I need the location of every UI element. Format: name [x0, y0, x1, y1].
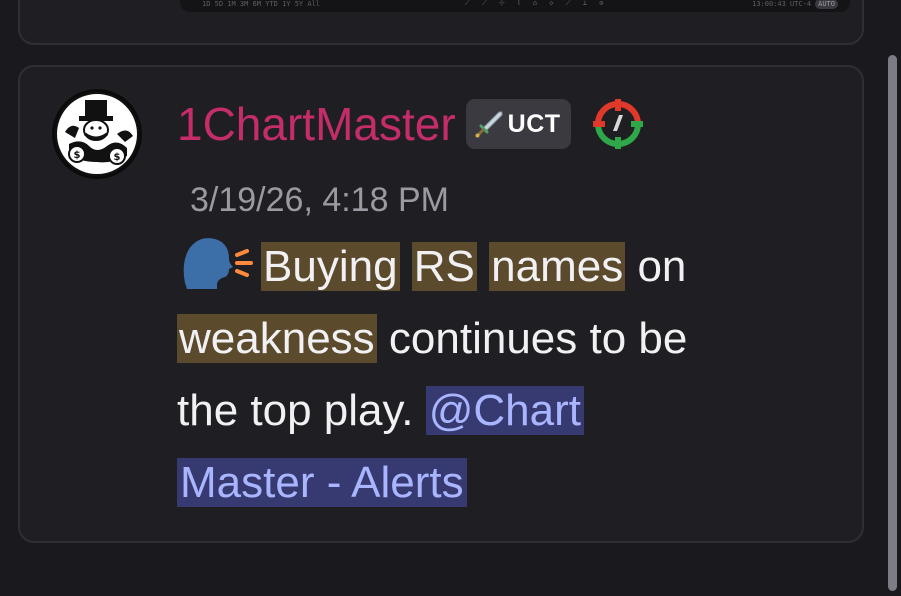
crosshair-target-icon[interactable]	[592, 99, 643, 149]
speaking-head-icon	[183, 238, 253, 289]
message-line-3: the top play. @Chart	[177, 375, 847, 447]
author-username[interactable]: 1ChartMaster	[177, 92, 456, 156]
svg-text:$: $	[74, 150, 81, 161]
message-text: on	[637, 242, 687, 291]
sword-icon	[475, 111, 503, 138]
chart-clock: 13:00:43 UTC-4 AUTO	[752, 0, 838, 9]
scrollbar[interactable]	[888, 55, 897, 591]
message-line-1: Buying RS names on	[177, 231, 847, 303]
role-mention[interactable]: @Chart	[425, 386, 584, 435]
role-badge[interactable]: UCT	[465, 99, 571, 149]
highlighted-word: weakness	[177, 314, 377, 363]
svg-text:$: $	[114, 152, 121, 163]
auto-scale-button[interactable]: AUTO	[815, 0, 838, 9]
message-line-2: weakness continues to be	[177, 303, 847, 375]
previous-message-card: 1D 5D 1M 3M 6M YTD 1Y 5Y All ⟋ ⟋ ⊹ ⌇ ⌂ ◇…	[18, 0, 864, 45]
message-header: 1ChartMaster UCT	[177, 92, 643, 156]
drawing-tools-icon[interactable]: ⟋ ⟋ ⊹ ⌇ ⌂ ◇ ⟋ ⊥ ⊙	[465, 0, 608, 8]
highlighted-word: RS	[411, 242, 477, 291]
monopoly-man-avatar-icon[interactable]: $ $	[52, 89, 142, 179]
message-text: continues to be	[388, 314, 688, 363]
role-badge-label: UCT	[507, 109, 561, 138]
message-text: the top play.	[177, 386, 414, 435]
chart-toolbar: 1D 5D 1M 3M 6M YTD 1Y 5Y All ⟋ ⟋ ⊹ ⌇ ⌂ ◇…	[180, 0, 850, 12]
role-mention[interactable]: Master - Alerts	[177, 458, 467, 507]
message-timestamp[interactable]: 3/19/26, 4:18 PM	[190, 178, 449, 222]
highlighted-word: names	[489, 242, 626, 291]
message-content: Buying RS names on weakness continues to…	[177, 231, 847, 519]
chart-range-buttons[interactable]: 1D 5D 1M 3M 6M YTD 1Y 5Y All	[202, 0, 320, 8]
message-line-4: Master - Alerts	[177, 447, 847, 519]
highlighted-word: Buying	[261, 242, 400, 291]
chat-viewport: 1D 5D 1M 3M 6M YTD 1Y 5Y All ⟋ ⟋ ⊹ ⌇ ⌂ ◇…	[0, 0, 901, 596]
